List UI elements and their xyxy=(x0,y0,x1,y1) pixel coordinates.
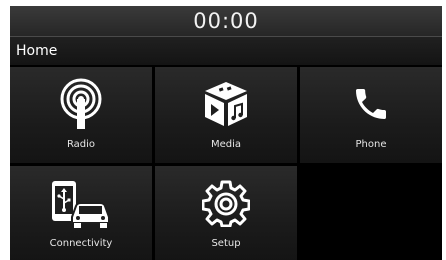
status-bar: 00:00 xyxy=(10,6,442,37)
setup-button[interactable]: Setup xyxy=(155,166,297,260)
title-bar: Home xyxy=(10,37,442,65)
page-title: Home xyxy=(16,43,58,59)
media-button[interactable]: Media xyxy=(155,67,297,163)
setup-label: Setup xyxy=(211,238,241,249)
connectivity-icon xyxy=(10,174,152,232)
clock: 00:00 xyxy=(193,9,259,33)
home-screen: 00:00 Home Radio Media Phone Connectivit… xyxy=(10,6,442,260)
connectivity-label: Connectivity xyxy=(49,238,113,249)
gear-icon xyxy=(155,174,297,232)
home-menu-grid: Radio Media Phone Connectivity Setup xyxy=(10,67,442,260)
connectivity-button[interactable]: Connectivity xyxy=(10,166,152,260)
radio-button[interactable]: Radio xyxy=(10,67,152,163)
phone-icon xyxy=(300,75,442,133)
media-icon xyxy=(155,75,297,133)
empty-slot xyxy=(300,166,442,260)
media-label: Media xyxy=(210,139,242,150)
phone-button[interactable]: Phone xyxy=(300,67,442,163)
radio-icon xyxy=(10,75,152,133)
radio-label: Radio xyxy=(66,139,96,150)
phone-label: Phone xyxy=(355,139,387,150)
